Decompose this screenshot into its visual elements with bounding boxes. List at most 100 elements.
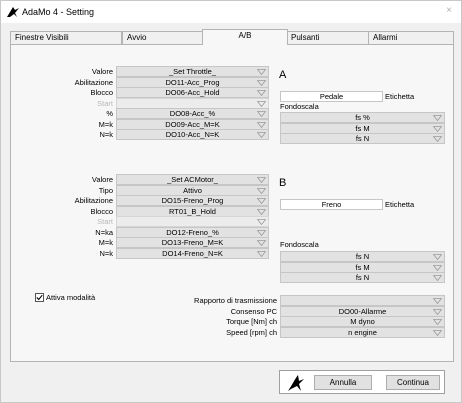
section-a-row-label: N=k	[99, 130, 113, 139]
section-b-fondoscala-dropdown[interactable]: fs N	[280, 272, 445, 283]
chevron-down-icon	[257, 208, 266, 215]
section-a-row-dropdown[interactable]	[116, 97, 269, 109]
section-b-row-dropdown[interactable]: _Set ACMotor_	[116, 174, 269, 185]
tab-avvio[interactable]: Avvio	[122, 31, 204, 44]
chevron-down-icon	[433, 115, 442, 121]
section-b-fondoscala-dropdown[interactable]: fs N	[280, 251, 445, 262]
section-b-row-dropdown[interactable]: DO12-Freno_%	[116, 226, 269, 238]
bottom-row-dropdown[interactable]	[280, 295, 445, 306]
checkmark-icon	[36, 294, 43, 301]
section-a-row-dropdown[interactable]: DO06-Acc_Hold	[116, 87, 269, 98]
bottom-row-label: Torque [Nm] ch	[226, 317, 277, 326]
chevron-down-icon	[433, 136, 442, 142]
section-a-row-value: DO09-Acc_M=K	[165, 119, 220, 129]
section-a-row-dropdown[interactable]: DO09-Acc_M=K	[116, 118, 269, 130]
section-b-letter: B	[279, 177, 287, 189]
section-a-fondoscala-dropdown[interactable]: fs N	[280, 133, 445, 144]
tab-strip: Finestre Visibili Avvio A/B Pulsanti All…	[10, 29, 454, 45]
section-a-row-dropdown[interactable]: DO08-Acc_%	[116, 108, 269, 119]
section-b-row-dropdown[interactable]: DO13-Freno_M=K	[116, 237, 269, 248]
section-b-row-dropdown[interactable]: DO14-Freno_N=K	[116, 247, 269, 259]
section-a-row-dropdown[interactable]: _Set Throttle_	[116, 66, 269, 77]
section-b-row-dropdown[interactable]: Attivo	[116, 184, 269, 196]
section-b-fondoscala-dropdown-value: fs M	[355, 262, 370, 272]
section-b-row-value: RT01_B_Hold	[169, 206, 216, 216]
section-a-row-label: Abilitazione	[74, 77, 113, 87]
section-b-row-label: Blocco	[90, 206, 113, 216]
section-a-fondoscala-dropdown[interactable]: fs %	[280, 112, 445, 123]
chevron-down-icon	[257, 187, 266, 194]
chevron-down-icon	[257, 90, 266, 96]
chevron-down-icon	[257, 69, 266, 75]
bottom-row-value: n engine	[348, 327, 377, 337]
attiva-modalita-checkbox[interactable]	[35, 293, 44, 302]
chevron-down-icon	[257, 240, 266, 246]
section-a-name-field[interactable]: Pedale	[280, 91, 383, 102]
section-a-row-value: DO10-Acc_N=K	[165, 130, 220, 139]
close-button[interactable]: ×	[443, 5, 455, 17]
bottom-row-label: Speed [rpm] ch	[226, 327, 277, 337]
chevron-down-icon	[433, 308, 442, 315]
attiva-modalita-label: Attiva modalità	[46, 293, 96, 302]
section-b-row-label: N=k	[99, 248, 113, 258]
section-a-row-dropdown[interactable]: DO10-Acc_N=K	[116, 129, 269, 140]
section-a-row-value: DO08-Acc_%	[169, 109, 216, 118]
section-a-name-label: Etichetta	[385, 92, 415, 101]
section-b-row-label: Abilitazione	[74, 196, 113, 205]
section-b-row-dropdown[interactable]	[116, 216, 269, 227]
chevron-down-icon	[433, 125, 442, 132]
section-b-row-dropdown[interactable]: RT01_B_Hold	[116, 205, 269, 217]
bottom-row-value: DO00-Allarme	[338, 306, 387, 316]
bottom-row-dropdown[interactable]: M dyno	[280, 316, 445, 327]
chevron-down-icon	[257, 121, 266, 128]
tab-ab[interactable]: A/B	[202, 29, 288, 45]
section-a-fondoscala-dropdown[interactable]: fs M	[280, 122, 445, 134]
section-b-row-label: M=k	[98, 238, 113, 247]
settings-window: AdaMo 4 - Setting × Finestre Visibili Av…	[0, 0, 462, 403]
section-b-fondoscala-dropdown-value: fs N	[355, 252, 370, 261]
bottom-row-dropdown[interactable]: DO00-Allarme	[280, 305, 445, 317]
section-b-row-value: Attivo	[183, 185, 202, 195]
bottom-row-label: Rapporto di trasmissione	[194, 296, 277, 305]
section-b-row-label: Tipo	[98, 185, 113, 195]
section-a-row-label: M=k	[98, 119, 113, 129]
section-b-name-field[interactable]: Freno	[280, 199, 383, 210]
section-b-row-dropdown[interactable]: DO15-Freno_Prog	[116, 195, 269, 206]
title-bar: AdaMo 4 - Setting ×	[1, 1, 461, 23]
section-b-fondoscala-dropdown-value: fs N	[355, 273, 370, 282]
section-a-fondoscala-dropdown-value: fs N	[355, 134, 370, 143]
section-a-row-label: Valore	[91, 67, 113, 76]
bottom-row-label: Consenso PC	[230, 306, 277, 316]
bottom-row-dropdown[interactable]: n engine	[280, 326, 445, 338]
chevron-down-icon	[257, 79, 266, 86]
section-b-row-value: DO12-Freno_%	[166, 227, 219, 237]
section-a-fondoscala-dropdown-value: fs M	[355, 123, 370, 133]
app-logo-icon	[7, 7, 19, 17]
chevron-down-icon	[433, 298, 442, 304]
section-a-row-label: Blocco	[90, 88, 113, 97]
tab-finestre-visibili[interactable]: Finestre Visibili	[10, 31, 122, 44]
section-a-row-value: _Set Throttle_	[169, 67, 216, 76]
tab-allarmi[interactable]: Allarmi	[368, 31, 454, 44]
tab-pulsanti[interactable]: Pulsanti	[286, 31, 370, 44]
chevron-down-icon	[257, 100, 266, 107]
chevron-down-icon	[433, 319, 442, 325]
section-a-row-value: DO06-Acc_Hold	[165, 88, 220, 97]
chevron-down-icon	[257, 219, 266, 225]
chevron-down-icon	[257, 250, 266, 257]
annulla-button[interactable]: Annulla	[314, 375, 372, 390]
section-b-name-label: Etichetta	[385, 200, 415, 209]
section-b-row-label: N=ka	[95, 227, 113, 237]
chevron-down-icon	[433, 329, 442, 336]
chevron-down-icon	[257, 111, 266, 117]
section-b-row-label: Valore	[91, 175, 113, 184]
continua-button[interactable]: Continua	[386, 375, 440, 390]
section-a-row-label: %	[106, 109, 113, 118]
ab-tab-panel: Valore _Set Throttle_ Abilitazione DO11-Acc…	[10, 44, 454, 362]
chevron-down-icon	[257, 132, 266, 138]
adamo-logo-icon	[288, 375, 304, 391]
section-a-row-dropdown[interactable]: DO11-Acc_Prog	[116, 76, 269, 88]
chevron-down-icon	[433, 264, 442, 271]
chevron-down-icon	[433, 275, 442, 281]
section-b-fondoscala-dropdown[interactable]: fs M	[280, 261, 445, 273]
